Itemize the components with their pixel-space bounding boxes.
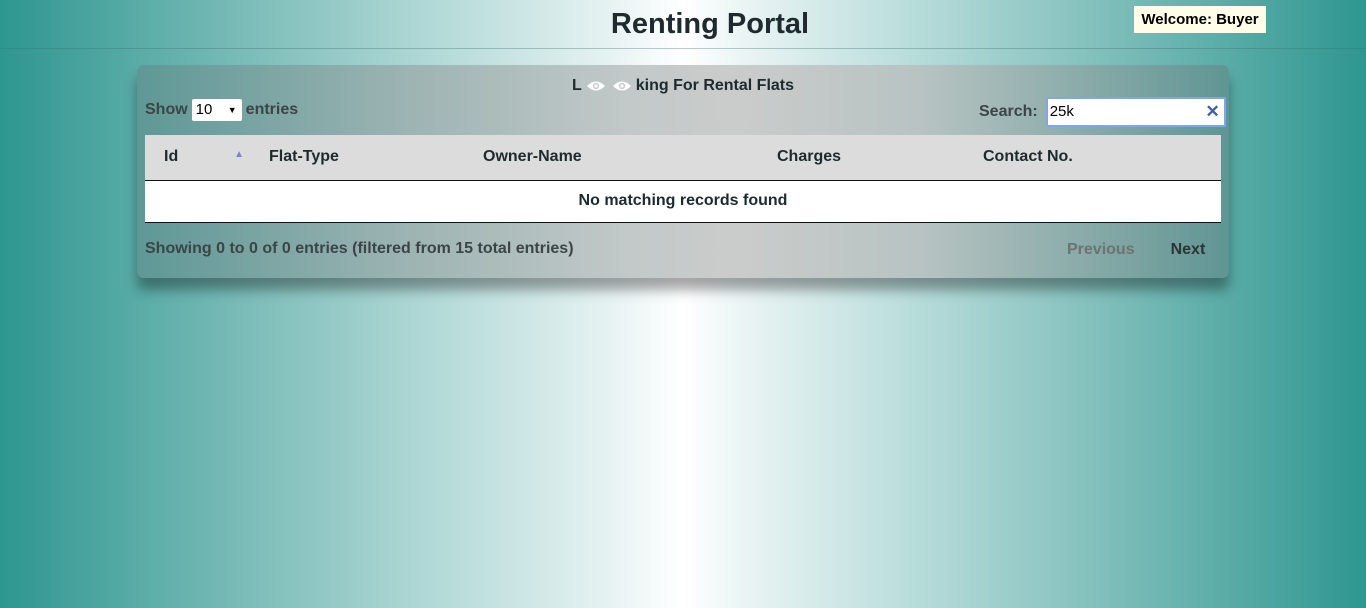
chevron-down-icon: ▼ [227, 105, 237, 115]
pagination: Previous Next [1067, 241, 1205, 259]
table-row: No matching records found [145, 180, 1221, 223]
search-input-value: 25k [1049, 103, 1074, 120]
column-header-id[interactable]: Id ▲ [145, 135, 250, 181]
column-header-label: Flat-Type [269, 148, 339, 166]
entries-per-page-value: 10 [195, 101, 213, 118]
table-header-row: Id ▲ Flat-Type Owner-Name Charges Contac… [145, 135, 1221, 181]
welcome-badge: Welcome: Buyer [1134, 6, 1266, 33]
column-header-charges[interactable]: Charges [758, 135, 964, 181]
search-label: Search: [979, 103, 1038, 120]
entries-length-control: Show 10 ▼ entries [145, 99, 298, 121]
listings-panel: L king For Rental Flats Show 10 ▼ entrie… [137, 65, 1229, 278]
next-button[interactable]: Next [1171, 241, 1206, 259]
length-suffix-label: entries [245, 101, 299, 118]
column-header-label: Id [164, 148, 179, 166]
clear-icon[interactable]: ✕ [1205, 99, 1219, 125]
panel-title-end: king For Rental Flats [635, 77, 795, 94]
length-prefix-label: Show [145, 101, 188, 118]
table-info: Showing 0 to 0 of 0 entries (filtered fr… [145, 240, 574, 257]
sort-asc-icon: ▲ [234, 149, 244, 160]
previous-button[interactable]: Previous [1067, 241, 1135, 259]
empty-table-message: No matching records found [145, 180, 1221, 223]
panel-title-start: L [571, 77, 582, 94]
column-header-flat-type[interactable]: Flat-Type [250, 135, 464, 181]
column-header-label: Owner-Name [483, 148, 582, 166]
eye-icon [612, 81, 631, 91]
column-header-label: Charges [777, 148, 842, 166]
entries-per-page-select[interactable]: 10 ▼ [191, 99, 242, 121]
flats-table: Id ▲ Flat-Type Owner-Name Charges Contac… [145, 135, 1221, 223]
top-bar: Renting Portal Welcome: Buyer [0, 0, 1366, 49]
column-header-label: Contact No. [983, 148, 1073, 166]
column-header-owner-name[interactable]: Owner-Name [464, 135, 758, 181]
column-header-contact-no[interactable]: Contact No. [964, 135, 1221, 181]
eye-icon [586, 81, 605, 91]
panel-title: L king For Rental Flats [137, 77, 1229, 95]
search-input[interactable]: 25k ✕ [1045, 97, 1226, 127]
search-control: Search: 25k ✕ [979, 97, 1226, 127]
